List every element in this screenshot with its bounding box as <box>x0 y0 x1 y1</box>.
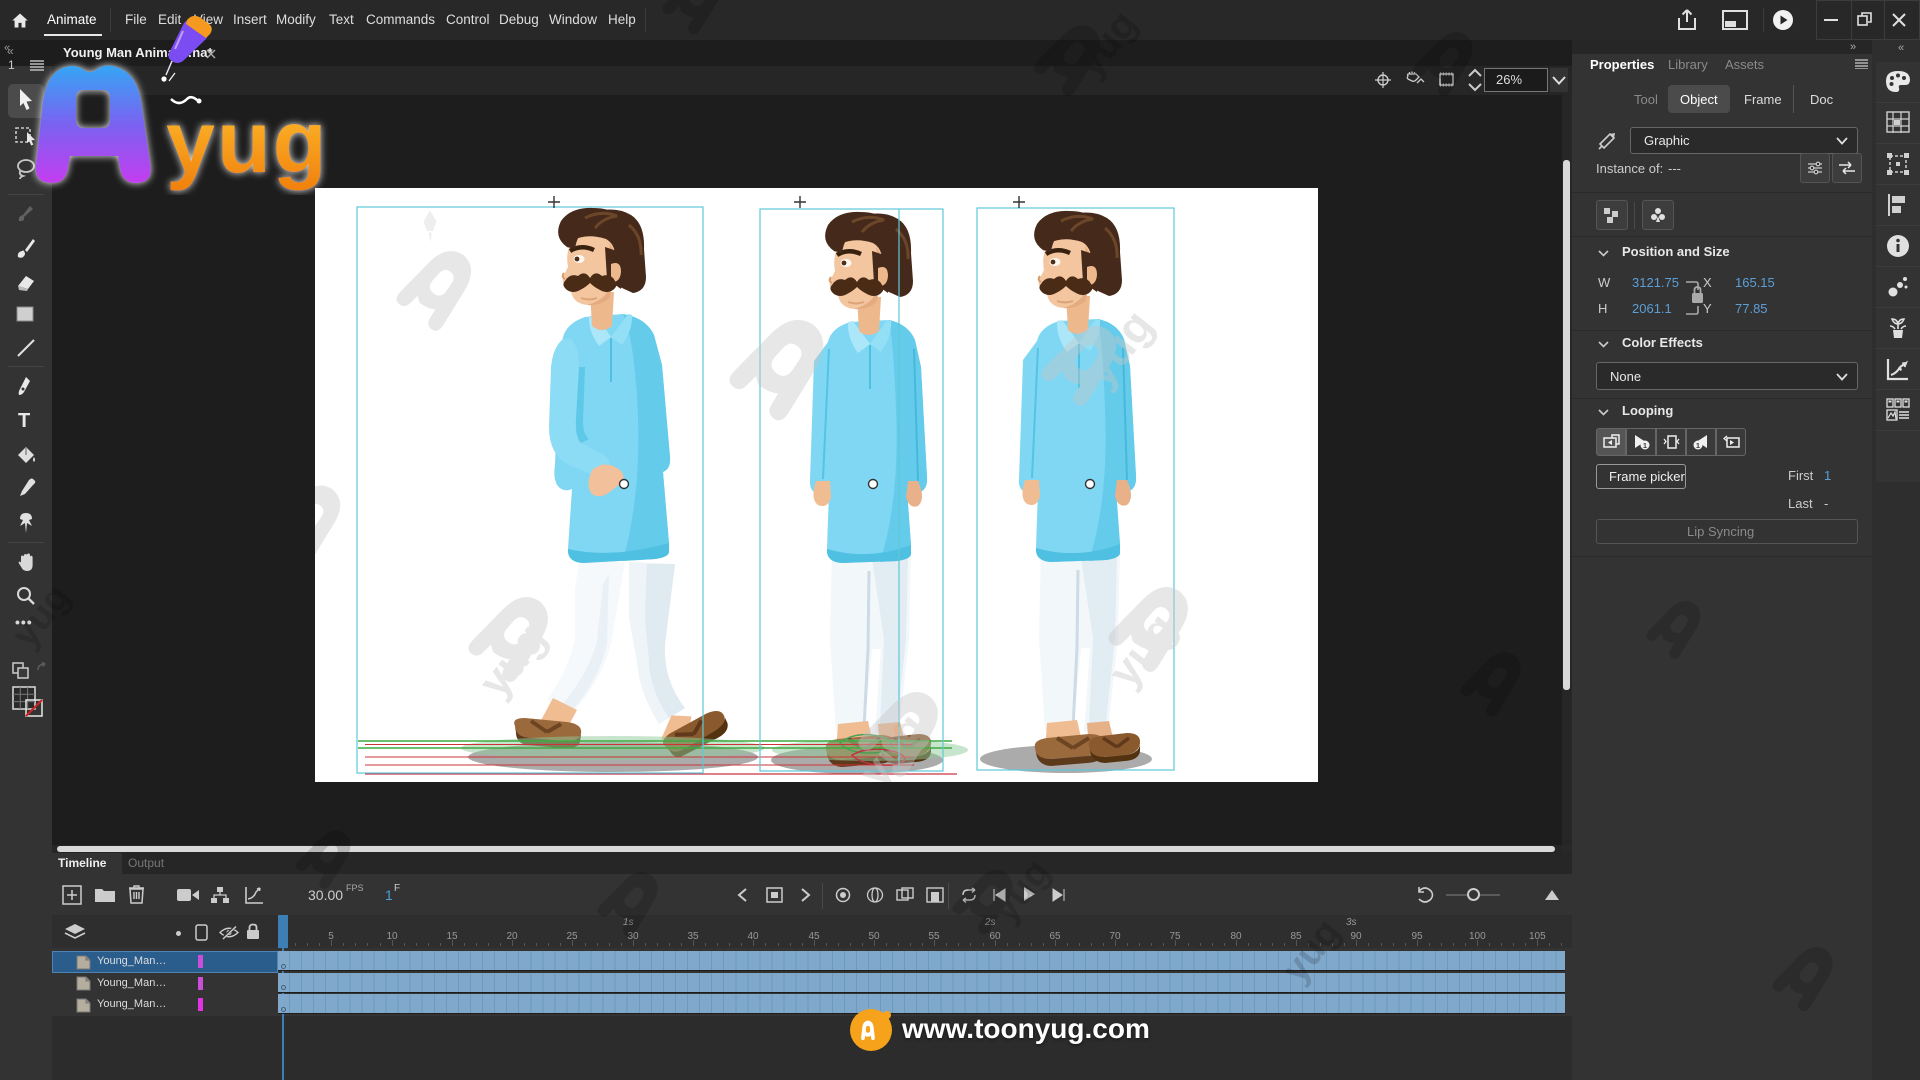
svg-text:1: 1 <box>1696 441 1700 450</box>
svg-text:1: 1 <box>1643 441 1647 450</box>
